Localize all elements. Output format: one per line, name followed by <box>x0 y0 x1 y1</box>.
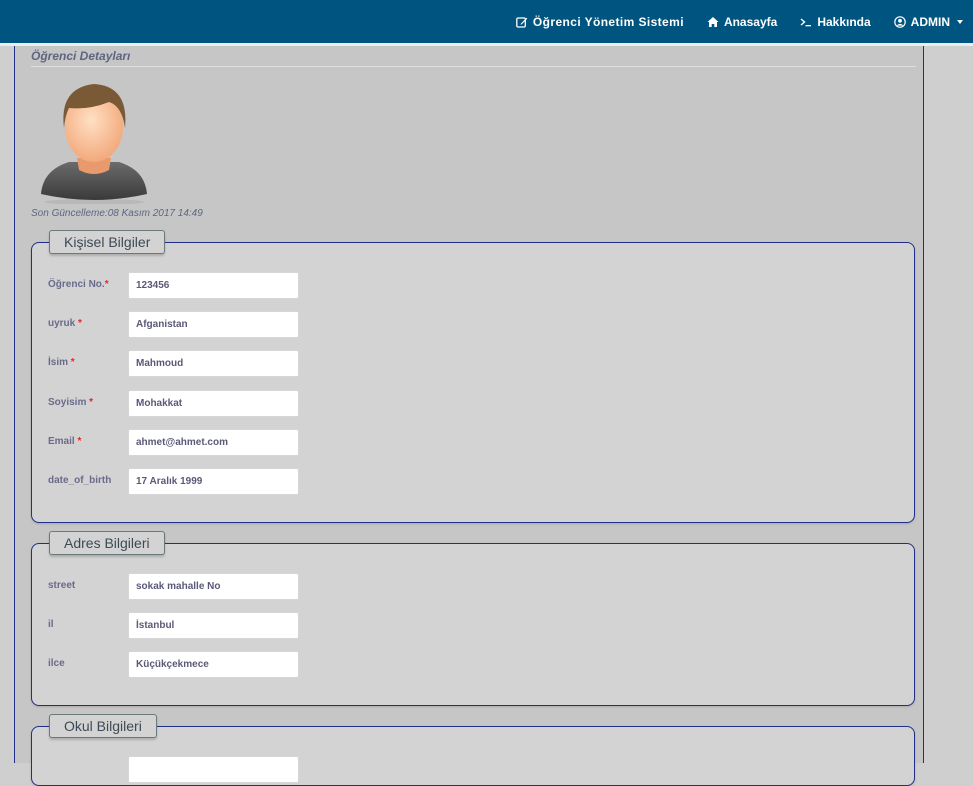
chevron-down-icon <box>957 19 963 24</box>
required-marker: * <box>104 279 109 290</box>
personal-info-fieldset: Kişisel Bilgiler Öğrenci No.* 123456 uyr… <box>31 230 915 523</box>
city-field[interactable]: İstanbul <box>128 612 299 639</box>
nationality-field[interactable]: Afganistan <box>128 311 299 338</box>
required-marker: * <box>78 318 82 329</box>
nav-home-label: Anasayfa <box>723 14 778 29</box>
top-navbar: Öğrenci Yönetim Sistemi Anasayfa Hakkınd… <box>0 0 973 46</box>
edit-icon <box>516 16 528 28</box>
address-info-legend: Adres Bilgileri <box>49 531 165 555</box>
user-circle-icon <box>893 15 906 28</box>
student-no-label: Öğrenci No.* <box>48 279 109 290</box>
first-name-field[interactable]: Mahmoud <box>128 350 299 377</box>
school-info-fieldset: Okul Bilgileri <box>31 714 915 786</box>
email-label: Email * <box>48 436 82 447</box>
avatar <box>41 84 147 204</box>
school-first-row <box>48 756 448 783</box>
nationality-row: uyruk * Afganistan <box>48 311 448 338</box>
nav-brand-link[interactable]: Öğrenci Yönetim Sistemi <box>516 15 684 29</box>
district-row: ilce Küçükçekmece <box>48 651 448 678</box>
date-of-birth-row: date_of_birth 17 Aralık 1999 <box>48 468 448 495</box>
street-field[interactable]: sokak mahalle No <box>128 573 299 600</box>
required-marker: * <box>70 357 75 368</box>
title-divider <box>31 66 916 67</box>
first-name-label: İsim * <box>48 357 75 368</box>
required-marker: * <box>89 397 94 408</box>
first-name-row: İsim * Mahmoud <box>48 350 448 377</box>
nationality-label: uyruk * <box>48 318 82 329</box>
user-menu-dropdown[interactable]: ADMIN <box>893 14 963 29</box>
main-content: Öğrenci Detayları Son Güncelleme:08 Kası… <box>14 46 924 786</box>
student-no-field[interactable]: 123456 <box>128 272 299 299</box>
navbar-links: Öğrenci Yönetim Sistemi Anasayfa Hakkınd… <box>516 0 973 43</box>
district-field[interactable]: Küçükçekmece <box>128 651 299 678</box>
street-label: street <box>48 580 76 591</box>
last-update-text: Son Güncelleme:08 Kasım 2017 14:49 <box>31 208 203 219</box>
page-title: Öğrenci Detayları <box>31 49 131 63</box>
nav-brand-label: Öğrenci Yönetim Sistemi <box>532 14 684 29</box>
date-of-birth-field[interactable]: 17 Aralık 1999 <box>128 468 299 495</box>
address-info-fieldset: Adres Bilgileri street sokak mahalle No … <box>31 531 915 706</box>
email-field[interactable]: ahmet@ahmet.com <box>128 429 299 456</box>
last-name-row: Soyisim * Mohakkat <box>48 390 448 417</box>
last-name-field[interactable]: Mohakkat <box>128 390 299 417</box>
nav-home-link[interactable]: Anasayfa <box>707 15 777 29</box>
email-row: Email * ahmet@ahmet.com <box>48 429 448 456</box>
student-no-row: Öğrenci No.* 123456 <box>48 272 448 299</box>
street-row: street sokak mahalle No <box>48 573 448 600</box>
city-row: il İstanbul <box>48 612 448 639</box>
last-name-label: Soyisim * <box>48 397 94 408</box>
district-label: ilce <box>48 658 65 669</box>
personal-info-legend: Kişisel Bilgiler <box>49 230 166 254</box>
home-icon <box>707 16 719 27</box>
school-first-field[interactable] <box>128 756 299 783</box>
nav-about-link[interactable]: Hakkında <box>800 14 871 29</box>
terminal-icon <box>800 17 812 26</box>
required-marker: * <box>77 436 82 447</box>
city-label: il <box>48 619 54 630</box>
nav-about-label: Hakkında <box>817 14 871 29</box>
user-name-label: ADMIN <box>910 14 950 29</box>
school-info-legend: Okul Bilgileri <box>49 714 157 738</box>
date-of-birth-label: date_of_birth <box>48 475 112 486</box>
